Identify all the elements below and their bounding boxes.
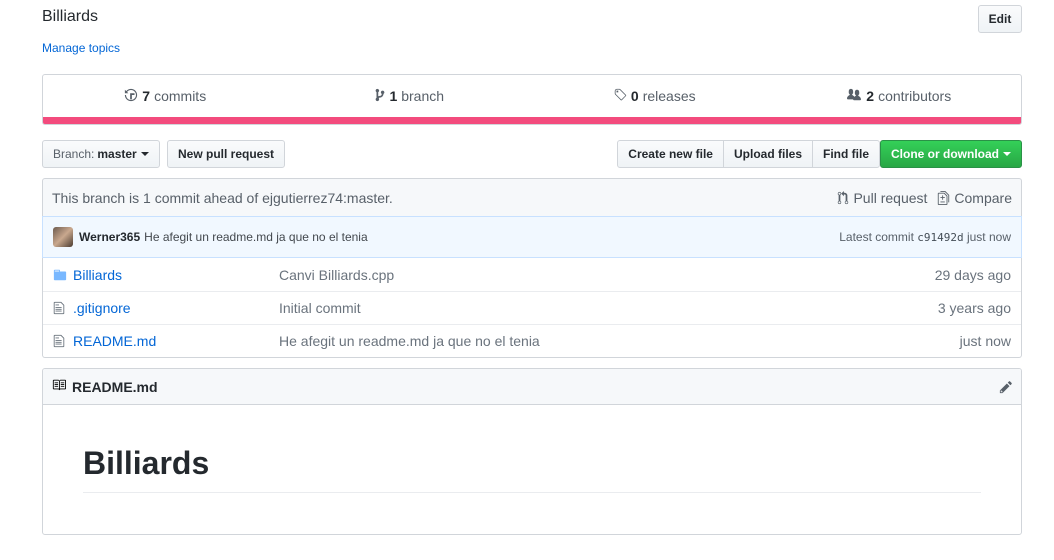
clone-or-download-button[interactable]: Clone or download — [880, 140, 1022, 168]
contributors-link[interactable]: 2 contributors — [777, 88, 1022, 105]
branch-label: branch — [401, 88, 445, 104]
edit-button[interactable]: Edit — [978, 5, 1022, 33]
caret-down-icon — [140, 152, 149, 156]
commits-count: 7 — [142, 88, 151, 104]
branch-status-message: This branch is 1 commit ahead of ejgutie… — [52, 189, 393, 206]
new-pull-request-button[interactable]: New pull request — [167, 140, 286, 168]
people-icon — [846, 88, 862, 105]
branch-select-button[interactable]: Branch: master — [42, 140, 160, 168]
upload-files-button[interactable]: Upload files — [722, 140, 813, 168]
file-name[interactable]: Billiards — [73, 267, 279, 283]
compare-link[interactable]: Compare — [937, 190, 1012, 206]
contributors-label: contributors — [878, 88, 952, 104]
latest-commit-label: Latest commit — [839, 230, 914, 244]
file-age: 29 days ago — [934, 266, 1011, 283]
file-navigation: Create new file Upload files Find file — [617, 140, 880, 168]
commit-sha[interactable]: c91492d — [917, 231, 963, 244]
caret-down-icon — [1003, 152, 1011, 156]
commit-age: just now — [966, 230, 1011, 244]
book-icon — [51, 378, 67, 395]
file-row: README.md He afegit un readme.md ja que … — [43, 324, 1021, 357]
file-icon — [53, 301, 73, 315]
git-pull-request-icon — [837, 190, 849, 205]
commit-author[interactable]: Werner365 — [79, 230, 140, 244]
repo-description: Billiards — [42, 8, 99, 25]
branches-link[interactable]: 1 branch — [288, 88, 533, 105]
branch-status-bar: This branch is 1 commit ahead of ejgutie… — [42, 178, 1022, 216]
readme-content: Billiards — [43, 405, 1021, 493]
history-icon — [124, 88, 138, 105]
pull-request-label: Pull request — [853, 189, 928, 206]
commits-label: commits — [154, 88, 207, 104]
branch-prefix: Branch: — [53, 147, 95, 161]
pull-request-link[interactable]: Pull request — [837, 190, 927, 206]
contributors-count: 2 — [866, 88, 875, 104]
repo-summary: 7 commits 1 branch 0 releases 2 contribu… — [42, 74, 1022, 125]
readme-box: README.md Billiards — [42, 368, 1022, 535]
file-commit-message[interactable]: Initial commit — [279, 300, 938, 316]
file-row: Billiards Canvi Billiards.cpp 29 days ag… — [43, 258, 1021, 291]
file-age: 3 years ago — [937, 300, 1011, 316]
latest-commit-bar: Werner365 He afegit un readme.md ja que … — [42, 216, 1022, 258]
create-new-file-button[interactable]: Create new file — [617, 140, 724, 168]
file-list: Billiards Canvi Billiards.cpp 29 days ag… — [42, 258, 1022, 358]
clone-label: Clone or download — [891, 147, 999, 161]
file-commit-message[interactable]: He afegit un readme.md ja que no el teni… — [279, 333, 960, 349]
releases-link[interactable]: 0 releases — [532, 88, 777, 105]
releases-label: releases — [642, 88, 696, 104]
file-name[interactable]: .gitignore — [73, 300, 279, 316]
diff-icon — [937, 190, 950, 205]
branch-name: master — [97, 147, 137, 161]
folder-icon — [53, 268, 73, 282]
avatar[interactable] — [53, 227, 73, 247]
commit-message[interactable]: He afegit un readme.md ja que no el teni… — [144, 230, 367, 244]
file-name[interactable]: README.md — [73, 333, 279, 349]
file-icon — [53, 334, 73, 348]
tag-icon — [613, 88, 627, 105]
language-bar[interactable] — [43, 117, 1021, 124]
readme-header: README.md — [43, 369, 1021, 405]
find-file-button[interactable]: Find file — [812, 140, 880, 168]
readme-heading: Billiards — [83, 445, 981, 493]
compare-label: Compare — [954, 189, 1012, 206]
manage-topics-link[interactable]: Manage topics — [42, 41, 120, 55]
file-age: just now — [959, 333, 1011, 349]
branch-count: 1 — [389, 88, 398, 104]
latest-commit-info: Latest commit c91492d just now — [839, 230, 1011, 244]
file-commit-message[interactable]: Canvi Billiards.cpp — [279, 267, 935, 283]
readme-filename: README.md — [72, 378, 158, 395]
commits-link[interactable]: 7 commits — [43, 88, 288, 105]
branch-icon — [375, 88, 385, 105]
pencil-icon[interactable] — [999, 380, 1013, 394]
releases-count: 0 — [630, 88, 639, 104]
file-row: .gitignore Initial commit 3 years ago — [43, 291, 1021, 324]
